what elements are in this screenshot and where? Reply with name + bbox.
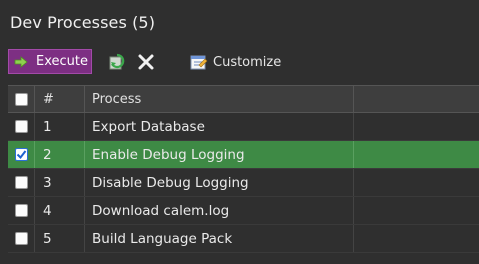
process-grid: # Process 1 Export Database 2 Enable Debug … — [8, 85, 479, 253]
row-process-name: Build Language Pack — [85, 225, 354, 252]
row-number: 5 — [35, 225, 85, 252]
checkmark-icon — [16, 150, 26, 160]
close-icon[interactable] — [137, 53, 155, 71]
row-process-name: Export Database — [85, 113, 354, 140]
grid-body: 1 Export Database 2 Enable Debug Logging 3 Di… — [8, 113, 479, 253]
row-number: 4 — [35, 197, 85, 224]
column-header-filler — [354, 86, 479, 112]
row-checkbox-cell — [8, 169, 35, 196]
execute-label: Execute — [36, 54, 88, 69]
table-row[interactable]: 1 Export Database — [8, 113, 479, 141]
row-filler — [354, 197, 479, 224]
row-number: 2 — [35, 141, 85, 168]
row-checkbox[interactable] — [14, 232, 28, 245]
toolbar: Execute Customize — [0, 48, 479, 78]
table-row[interactable]: 3 Disable Debug Logging — [8, 169, 479, 197]
row-checkbox-cell — [8, 197, 35, 224]
grid-header: # Process — [8, 85, 479, 113]
row-checkbox[interactable] — [14, 176, 28, 189]
customize-button[interactable]: Customize — [190, 52, 281, 72]
customize-icon — [190, 55, 208, 70]
header-checkbox-cell — [8, 86, 35, 112]
row-filler — [354, 113, 479, 140]
row-number: 1 — [35, 113, 85, 140]
row-filler — [354, 169, 479, 196]
arrow-right-icon — [14, 55, 30, 68]
row-filler — [354, 225, 479, 252]
row-checkbox-cell — [8, 141, 35, 168]
row-number: 3 — [35, 169, 85, 196]
row-checkbox-cell — [8, 225, 35, 252]
page-title: Dev Processes (5) — [10, 13, 156, 32]
customize-label: Customize — [213, 54, 282, 70]
table-row[interactable]: 2 Enable Debug Logging — [8, 141, 479, 169]
row-checkbox-cell — [8, 113, 35, 140]
table-row[interactable]: 4 Download calem.log — [8, 197, 479, 225]
row-process-name: Disable Debug Logging — [85, 169, 354, 196]
select-all-checkbox[interactable] — [14, 92, 28, 106]
row-checkbox[interactable] — [14, 148, 28, 161]
row-checkbox[interactable] — [14, 204, 28, 217]
row-process-name: Enable Debug Logging — [85, 141, 354, 168]
row-checkbox[interactable] — [14, 120, 28, 133]
column-header-num[interactable]: # — [35, 86, 85, 112]
row-process-name: Download calem.log — [85, 197, 354, 224]
row-filler — [354, 141, 479, 168]
refresh-icon[interactable] — [108, 53, 126, 71]
column-header-process[interactable]: Process — [85, 86, 354, 112]
table-row[interactable]: 5 Build Language Pack — [8, 225, 479, 253]
execute-button[interactable]: Execute — [8, 49, 92, 74]
